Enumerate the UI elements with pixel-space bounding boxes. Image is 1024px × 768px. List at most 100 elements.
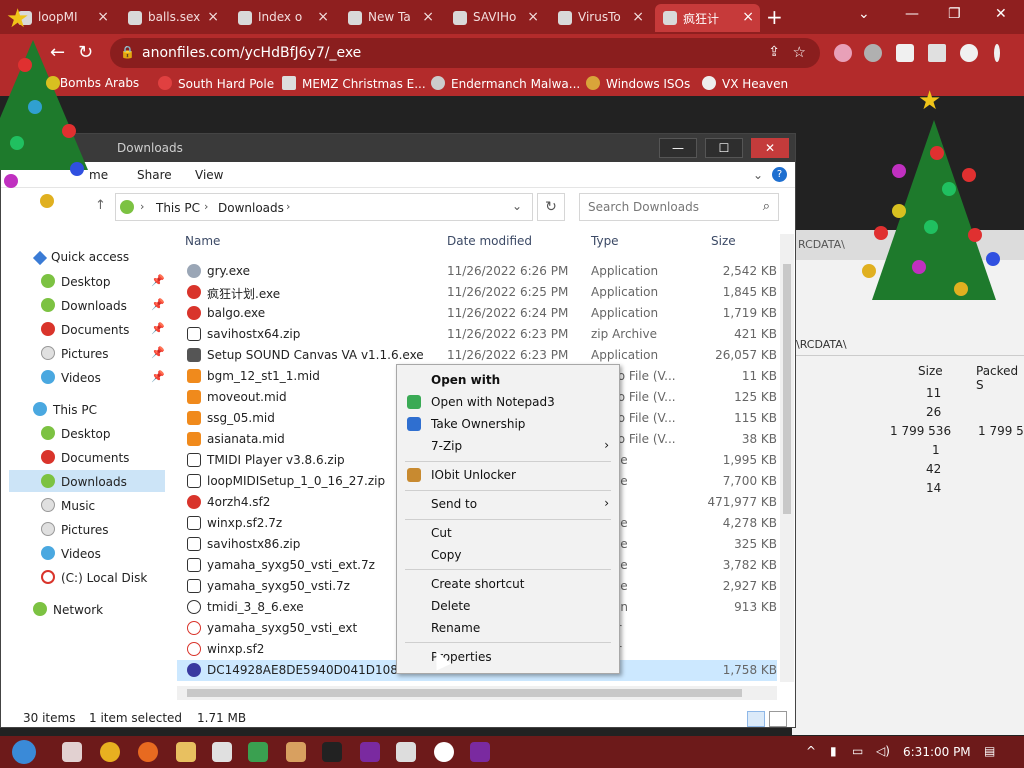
menu-delete[interactable]: Delete [397, 595, 619, 617]
network-tray-icon[interactable]: ▭ [852, 744, 863, 758]
refresh-button[interactable]: ↻ [537, 193, 565, 221]
browser-tab[interactable]: VirusTo × [550, 4, 650, 32]
scrollbar-thumb[interactable] [187, 689, 742, 697]
share-icon[interactable]: ⇪ [768, 44, 780, 60]
nav-local-disk[interactable]: (C:) Local Disk [41, 566, 147, 588]
nav-downloads[interactable]: Downloads [41, 294, 127, 316]
file-row[interactable]: 疯狂计划.exe 11/26/2022 6:25 PM Application 1,8… [177, 282, 777, 303]
maximize-button[interactable]: ☐ [705, 138, 743, 158]
app-icon[interactable] [248, 742, 268, 762]
close-tab-icon[interactable]: × [632, 9, 644, 25]
nav-pictures[interactable]: Pictures [41, 342, 109, 364]
browser-tab-active[interactable]: 疯狂计 × [655, 4, 760, 32]
close-tab-icon[interactable]: × [97, 9, 109, 25]
bookmark[interactable]: South Hard Pole [158, 76, 274, 91]
file-row[interactable]: balgo.exe 11/26/2022 6:24 PM Application 1,… [177, 303, 777, 324]
nav-pc-music[interactable]: Music [41, 494, 95, 516]
bookmark[interactable]: VX Heaven [702, 76, 788, 91]
scrollbar-thumb[interactable] [783, 264, 791, 514]
minimize-button[interactable]: — [659, 138, 697, 158]
restore-icon[interactable]: ❐ [948, 6, 961, 22]
app-icon[interactable] [396, 742, 416, 762]
nav-this-pc[interactable]: This PC [33, 398, 97, 420]
close-tab-icon[interactable]: × [422, 9, 434, 25]
nav-pc-documents[interactable]: Documents [41, 446, 129, 468]
app-icon[interactable] [212, 742, 232, 762]
app-icon[interactable] [470, 742, 490, 762]
profile-avatar[interactable] [960, 44, 978, 62]
new-tab-button[interactable]: + [766, 5, 783, 29]
extension-icon[interactable] [834, 44, 852, 62]
bookmark[interactable]: Windows ISOs [586, 76, 690, 91]
address-bar[interactable]: 🔒 anonfiles.com/ycHdBfJ6y7/_exe ⇪ ☆ [110, 38, 820, 68]
menu-take-ownership[interactable]: Take Ownership [397, 413, 619, 435]
close-window-icon[interactable]: ✕ [995, 6, 1007, 22]
close-tab-icon[interactable]: × [527, 9, 539, 25]
clock[interactable]: 6:31:00 PM [903, 745, 971, 759]
close-button[interactable]: ✕ [751, 138, 789, 158]
menu-dots-icon[interactable] [994, 44, 1000, 62]
file-row[interactable]: Setup SOUND Canvas VA v1.1.6.exe 11/26/20… [177, 345, 777, 366]
chevron-down-icon[interactable]: ⌄ [753, 168, 763, 182]
breadcrumb-this-pc[interactable]: This PC [156, 201, 200, 215]
bookmark[interactable]: Endermanch Malwa... [431, 76, 580, 91]
close-tab-icon[interactable]: × [207, 9, 219, 25]
puzzle-icon[interactable] [896, 44, 914, 62]
chevron-up-icon[interactable]: ^ [806, 744, 816, 758]
vertical-scrollbar[interactable] [780, 234, 794, 682]
microphone-icon[interactable]: ▮ [830, 744, 837, 758]
menu-open-with[interactable]: Open with [397, 369, 619, 391]
pin-icon[interactable]: 📌 [151, 298, 165, 311]
nav-desktop[interactable]: Desktop [41, 270, 111, 292]
breadcrumb[interactable]: › This PC › Downloads › ⌄ [115, 193, 533, 221]
large-icons-view-icon[interactable] [769, 711, 787, 727]
menu-create-shortcut[interactable]: Create shortcut [397, 573, 619, 595]
pin-icon[interactable]: 📌 [151, 274, 165, 287]
column-date-modified[interactable]: Date modified [447, 234, 532, 248]
up-arrow-icon[interactable]: ↑ [95, 198, 106, 213]
bookmark[interactable]: MEMZ Christmas E... [282, 76, 426, 91]
pin-icon[interactable]: 📌 [151, 322, 165, 335]
pin-icon[interactable]: 📌 [151, 370, 165, 383]
bookmark-star-icon[interactable]: ☆ [793, 43, 806, 61]
menu-rename[interactable]: Rename [397, 617, 619, 639]
pin-icon[interactable]: 📌 [151, 346, 165, 359]
app-icon[interactable] [286, 742, 306, 762]
chevron-down-icon[interactable]: ⌄ [512, 199, 522, 213]
browser-tab[interactable]: balls.sex × [120, 4, 225, 32]
menu-open-with-notepad3[interactable]: Open with Notepad3 [397, 391, 619, 413]
horizontal-scrollbar[interactable] [177, 686, 777, 700]
app-icon[interactable] [360, 742, 380, 762]
side-panel-icon[interactable] [928, 44, 946, 62]
help-icon[interactable]: ? [772, 167, 787, 182]
notification-icon[interactable]: ▤ [984, 744, 995, 758]
nav-network[interactable]: Network [33, 598, 103, 620]
chevron-down-icon[interactable]: ⌄ [858, 6, 870, 22]
task-view-icon[interactable] [62, 742, 82, 762]
browser-tab[interactable]: Index o × [230, 4, 335, 32]
firefox-icon[interactable] [138, 742, 158, 762]
menu-send-to[interactable]: Send to › [397, 493, 619, 515]
search-input[interactable]: Search Downloads ⌕ [579, 193, 779, 221]
menu-cut[interactable]: Cut [397, 522, 619, 544]
close-tab-icon[interactable]: × [742, 9, 754, 25]
tab-home[interactable]: me [89, 168, 108, 182]
nav-documents[interactable]: Documents [41, 318, 129, 340]
browser-tab[interactable]: SAVIHo × [445, 4, 545, 32]
tab-share[interactable]: Share [137, 168, 172, 182]
extension-icon[interactable] [864, 44, 882, 62]
tab-view[interactable]: View [195, 168, 223, 182]
nav-pc-videos[interactable]: Videos [41, 542, 101, 564]
menu-copy[interactable]: Copy [397, 544, 619, 566]
nav-pc-desktop[interactable]: Desktop [41, 422, 111, 444]
start-button-icon[interactable] [12, 740, 36, 764]
nav-videos[interactable]: Videos [41, 366, 101, 388]
close-tab-icon[interactable]: × [317, 9, 329, 25]
browser-tab[interactable]: New Ta × [340, 4, 440, 32]
nav-pc-downloads[interactable]: Downloads [9, 470, 165, 492]
nav-quick-access[interactable]: Quick access [32, 246, 129, 268]
column-type[interactable]: Type [591, 234, 619, 248]
details-view-icon[interactable] [747, 711, 765, 727]
volume-icon[interactable]: ◁) [876, 744, 890, 758]
menu-iobit-unlocker[interactable]: IObit Unlocker [397, 464, 619, 486]
